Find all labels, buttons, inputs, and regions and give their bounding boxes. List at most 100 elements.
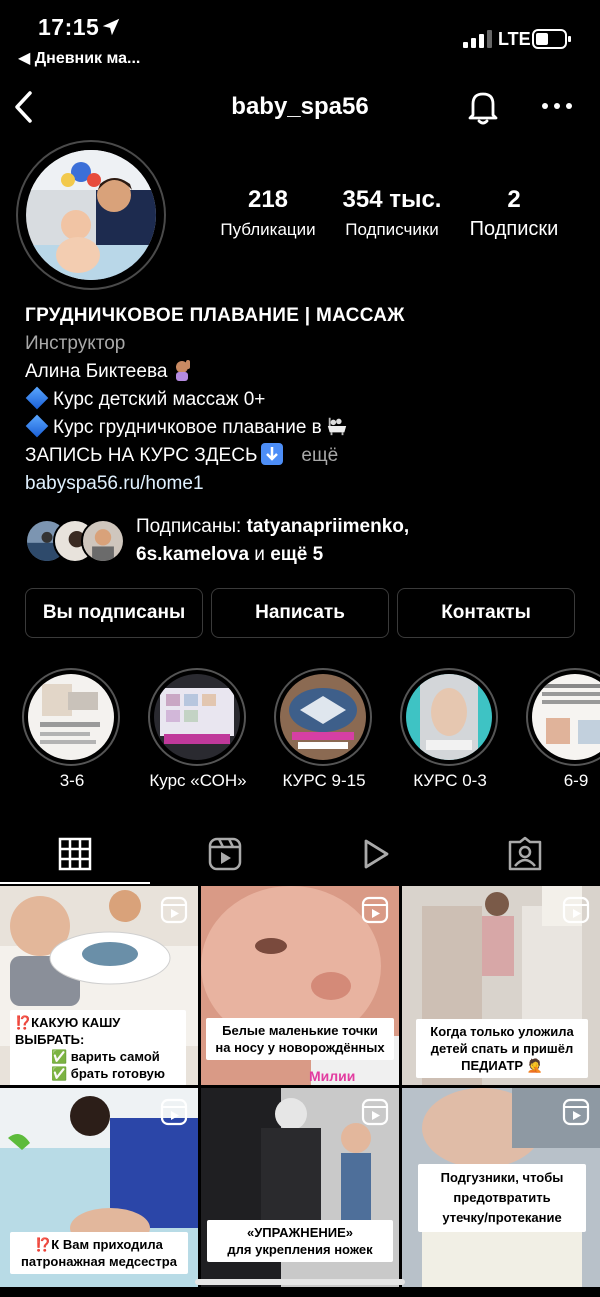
reel-indicator-icon [160, 1098, 188, 1126]
highlight-cover [280, 674, 366, 760]
post-caption-line: ✅ варить самой [51, 1049, 160, 1064]
bio-category: Инструктор [25, 333, 126, 354]
stat-followers-label: Подписчики [345, 220, 439, 239]
stat-followers[interactable]: 354 тыс. Подписчики [333, 186, 451, 240]
highlight-item[interactable]: КУРС 0-3 [400, 668, 500, 798]
status-time: 17:15 [38, 14, 100, 40]
highlight-item[interactable]: 3-6 [22, 668, 122, 798]
bio-line-1-text: Алина Биктеева [25, 361, 168, 382]
bio-line-3-text: Курс грудничковое плавание в [53, 417, 322, 438]
highlight-item[interactable]: КУРС 9-15 [274, 668, 374, 798]
home-indicator[interactable] [195, 1279, 405, 1285]
bio-website-link[interactable]: babyspa56.ru/home1 [25, 470, 585, 498]
post-tile[interactable]: Когда только уложила детей спать и пришё… [402, 886, 600, 1085]
down-arrow-emoji-icon [261, 443, 284, 465]
raising-hand-emoji-icon [176, 360, 191, 381]
post-tile[interactable]: ⁉️К Вам приходила патронажная медсестра [0, 1088, 198, 1287]
top-navigation: baby_spa56 [0, 80, 600, 136]
status-bar: 17:15 ◀ Дневник ма... LTE [0, 0, 600, 72]
highlight-item[interactable]: Курс «СОН» [148, 668, 248, 798]
location-arrow-icon [102, 18, 120, 36]
highlight-label: Курс «СОН» [149, 771, 247, 790]
post-caption-line: ✅ брать готовую [51, 1066, 165, 1081]
post-caption-line: Белые маленькие точки [222, 1023, 378, 1038]
more-options-icon[interactable] [540, 98, 574, 114]
stat-posts-value: 218 [247, 186, 289, 213]
highlight-label: 6-9 [563, 771, 589, 790]
post-caption: ⁉️КАКУЮ КАШУ ВЫБРАТЬ: ✅ варить самой ✅ б… [10, 1010, 186, 1085]
following-button[interactable]: Вы подписаны [25, 588, 203, 638]
reel-indicator-icon [562, 1098, 590, 1126]
post-caption: ⁉️К Вам приходила патронажная медсестра [10, 1232, 188, 1274]
post-tile[interactable]: Подгузники, чтобы предотвратить утечку/п… [402, 1088, 600, 1287]
bio-more-link[interactable]: ещё [301, 445, 338, 466]
post-caption-line: ⁉️КАКУЮ КАШУ ВЫБРАТЬ: [15, 1015, 121, 1047]
highlight-label: КУРС 0-3 [413, 771, 487, 790]
grid-icon [58, 837, 92, 871]
post-caption-line: на носу у новорождённых [215, 1040, 385, 1055]
profile-bio: ГРУДНИЧКОВОЕ ПЛАВАНИЕ | МАССАЖ Инструкто… [25, 302, 585, 498]
blue-diamond-icon [25, 386, 49, 410]
post-caption-line: ПЕДИАТР 🤦 [461, 1058, 543, 1073]
tab-reels[interactable] [150, 826, 300, 884]
follower-avatars [25, 519, 129, 563]
back-to-app-link[interactable]: ◀ Дневник ма... [18, 48, 140, 68]
followed-by[interactable]: Подписаны: tatyanapriimenko, 6s.kamelova… [25, 511, 585, 571]
profile-avatar[interactable] [26, 150, 156, 280]
tagged-icon [508, 836, 542, 871]
tab-posts-grid[interactable] [0, 826, 150, 884]
reels-icon [208, 837, 242, 871]
cellular-signal-icon [463, 30, 492, 48]
bathtub-emoji-icon [327, 417, 346, 436]
stat-posts[interactable]: 218 Публикации [210, 186, 326, 240]
stat-followers-value: 354 тыс. [342, 186, 442, 213]
battery-icon [532, 29, 571, 49]
reel-indicator-icon [562, 896, 590, 924]
followed-by-middle: и [249, 544, 271, 565]
post-caption: Подгузники, чтобы предотвратить утечку/п… [418, 1164, 586, 1232]
bio-line-4: ЗАПИСЬ НА КУРС ЗДЕСЬ ещё [25, 442, 585, 470]
message-button[interactable]: Написать [211, 588, 389, 638]
content-tabs [0, 826, 600, 886]
bio-line-3: Курс грудничковое плавание в [25, 414, 585, 442]
blue-diamond-icon [25, 414, 49, 438]
network-type: LTE [498, 29, 531, 49]
post-caption-line: утечку/протекание [442, 1210, 562, 1225]
bio-name: ГРУДНИЧКОВОЕ ПЛАВАНИЕ | МАССАЖ [25, 305, 405, 326]
post-caption-line: Подгузники, чтобы [440, 1170, 564, 1185]
highlight-item[interactable]: 6-9 [526, 668, 600, 798]
post-caption-line: Когда только уложила [430, 1024, 574, 1039]
post-tile[interactable]: Белые маленькие точки на носу у новорожд… [201, 886, 399, 1085]
highlight-cover [154, 674, 240, 760]
contacts-button[interactable]: Контакты [397, 588, 575, 638]
bio-line-2: Курс детский массаж 0+ [25, 386, 585, 414]
posts-grid: ⁉️КАКУЮ КАШУ ВЫБРАТЬ: ✅ варить самой ✅ б… [0, 886, 600, 1297]
followed-by-text: Подписаны: tatyanapriimenko, 6s.kamelova… [136, 513, 586, 569]
highlight-label: КУРС 9-15 [282, 771, 366, 790]
post-caption-line: для укрепления ножек [227, 1242, 373, 1257]
post-caption: Белые маленькие точки на носу у новорожд… [206, 1018, 394, 1060]
followed-by-user-2[interactable]: 6s.kamelova [136, 544, 249, 565]
avatar-photo [26, 150, 156, 280]
reel-indicator-icon [160, 896, 188, 924]
bio-line-2-text: Курс детский массаж 0+ [53, 389, 266, 410]
tab-tagged[interactable] [450, 826, 600, 884]
stat-following[interactable]: 2 Подписки [456, 186, 572, 241]
stat-following-label: Подписки [469, 218, 559, 240]
post-tile[interactable]: «УПРАЖНЕНИЕ» для укрепления ножек [201, 1088, 399, 1287]
tab-videos[interactable] [300, 826, 450, 884]
post-tile[interactable]: ⁉️КАКУЮ КАШУ ВЫБРАТЬ: ✅ варить самой ✅ б… [0, 886, 198, 1085]
highlight-label: 3-6 [59, 771, 85, 790]
post-caption-line: «УПРАЖНЕНИЕ» [246, 1225, 354, 1240]
post-caption-line: детей спать и пришёл [430, 1041, 574, 1056]
follower-avatar [81, 519, 125, 563]
bio-line-1: Алина Биктеева [25, 358, 585, 386]
followed-by-more[interactable]: ещё 5 [270, 544, 323, 565]
play-icon [364, 839, 389, 869]
post-caption: «УПРАЖНЕНИЕ» для укрепления ножек [207, 1220, 393, 1262]
notification-bell-icon[interactable] [465, 88, 501, 126]
followed-by-user-1[interactable]: tatyanapriimenko, [247, 516, 410, 537]
bio-line-4-text: ЗАПИСЬ НА КУРС ЗДЕСЬ [25, 445, 258, 466]
post-caption: Когда только уложила детей спать и пришё… [416, 1019, 588, 1078]
post-caption-line: предотвратить [453, 1190, 551, 1205]
